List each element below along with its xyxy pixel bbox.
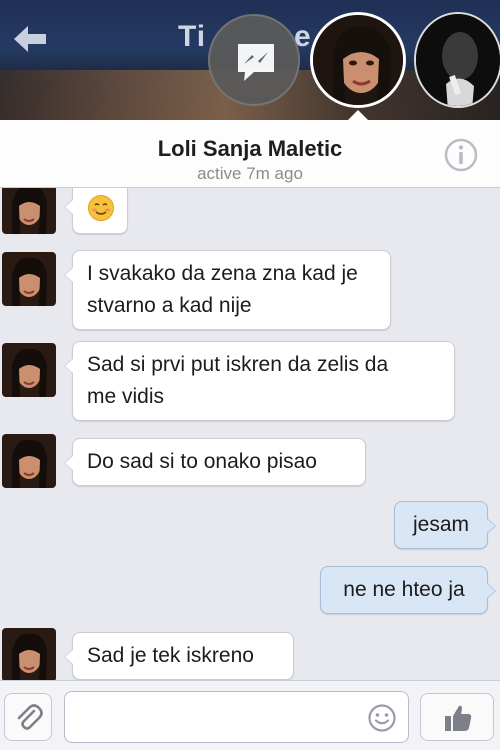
message-input[interactable] [64, 691, 409, 743]
message-thread[interactable]: I svakako da zena zna kad je stvarno a k… [0, 188, 500, 680]
message-composer [0, 680, 500, 750]
chat-heads-bar: Ti e [0, 0, 500, 120]
message-text: Do sad si to onako pisao [87, 450, 317, 473]
message-bubble-incoming[interactable]: Do sad si to onako pisao [64, 438, 366, 486]
other-chat-head[interactable] [414, 12, 500, 108]
message-text: ne ne hteo ja [343, 578, 465, 601]
avatar-photo [2, 628, 56, 680]
avatar[interactable] [2, 188, 56, 234]
active-status: active 7m ago [197, 164, 303, 183]
avatar[interactable] [2, 343, 56, 397]
other-chat-head-photo [416, 14, 500, 106]
avatar-photo [2, 188, 56, 234]
message-bubble-incoming[interactable] [64, 188, 128, 234]
message-bubble-incoming[interactable]: Sad si prvi put iskren da zelis da me vi… [64, 341, 455, 421]
thumbs-up-icon [445, 705, 472, 731]
message-text-line: me vidis [87, 385, 165, 408]
window-title-fragment: Ti e [178, 20, 312, 53]
messenger-chat-head[interactable] [208, 14, 300, 106]
avatar-photo [2, 343, 56, 397]
active-head-pointer [348, 110, 368, 120]
back-arrow-icon[interactable] [10, 22, 50, 56]
info-icon[interactable] [443, 137, 479, 173]
smiley-icon[interactable] [367, 703, 397, 733]
avatar[interactable] [2, 628, 56, 680]
message-text-line: stvarno a kad nije [87, 294, 252, 317]
paperclip-icon [17, 704, 43, 730]
messenger-icon [238, 44, 274, 81]
avatar[interactable] [2, 434, 56, 488]
avatar-photo [2, 252, 56, 306]
blush-smile-emoji [88, 195, 114, 221]
avatar-photo [2, 434, 56, 488]
message-bubble-incoming[interactable]: I svakako da zena zna kad je stvarno a k… [64, 250, 391, 330]
like-button[interactable] [420, 693, 494, 741]
message-bubble-outgoing[interactable]: ne ne hteo ja [320, 566, 496, 614]
avatar[interactable] [2, 252, 56, 306]
message-text: Sad je tek iskreno [87, 644, 254, 667]
conversation-header: Loli Sanja Maletic active 7m ago [0, 120, 500, 188]
attach-button[interactable] [4, 693, 52, 741]
message-bubble-incoming[interactable]: Sad je tek iskreno [64, 632, 294, 680]
message-text-line: I svakako da zena zna kad je [87, 262, 358, 285]
message-text-line: Sad si prvi put iskren da zelis da [87, 353, 389, 376]
message-text: jesam [412, 513, 470, 536]
message-bubble-outgoing[interactable]: jesam [394, 501, 496, 549]
contact-chat-head[interactable] [310, 12, 406, 108]
contact-name[interactable]: Loli Sanja Maletic [0, 136, 500, 162]
